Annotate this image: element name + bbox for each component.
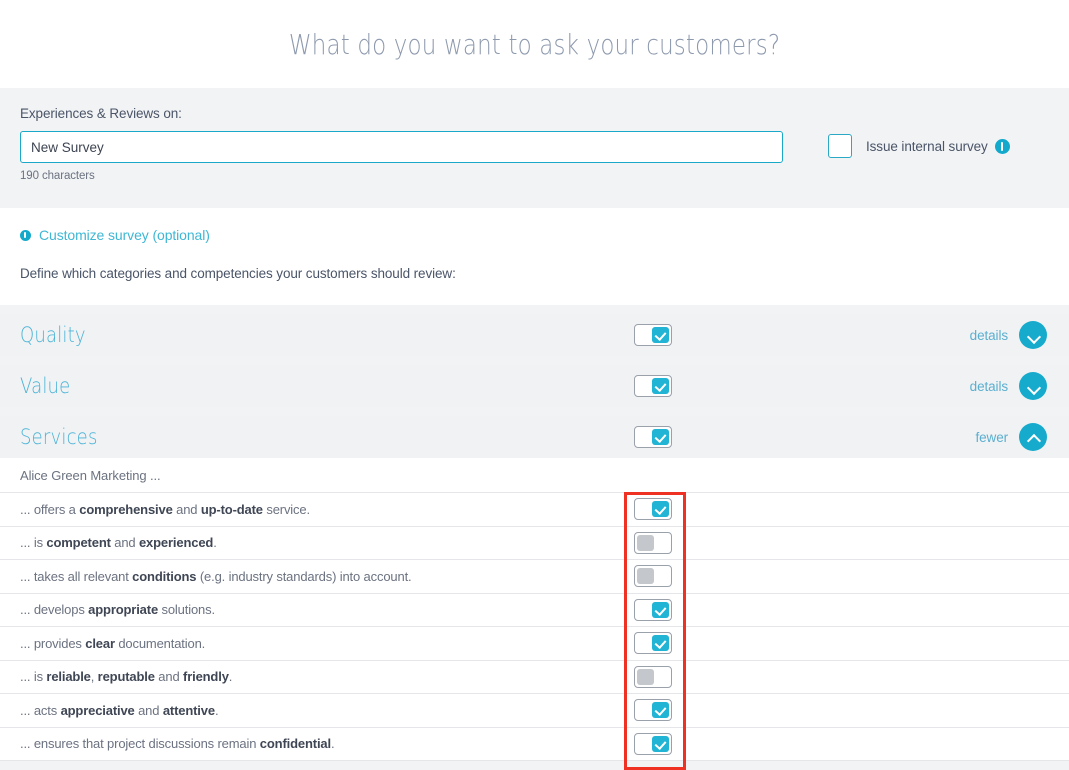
competency-toggle-6[interactable] — [634, 699, 672, 722]
competency-row: ... provides clear documentation. — [0, 627, 1069, 661]
page-title: What do you want to ask your customers? — [288, 27, 781, 61]
check-icon — [652, 429, 669, 445]
category-action-group[interactable]: fewer — [975, 423, 1047, 451]
check-icon — [652, 501, 669, 518]
category-title: Value — [20, 374, 71, 398]
survey-name-label: Experiences & Reviews on: — [20, 106, 182, 121]
category-header-quality[interactable]: Quality details — [0, 314, 1069, 356]
competency-toggle-slot — [634, 632, 672, 655]
competency-text: ... ensures that project discussions rem… — [20, 736, 335, 752]
competency-row: ... takes all relevant conditions (e.g. … — [0, 560, 1069, 594]
survey-name-input[interactable] — [20, 131, 783, 163]
check-icon — [652, 702, 669, 719]
competency-row: ... is reliable, reputable and friendly. — [0, 660, 1069, 694]
page-header: What do you want to ask your customers? — [0, 0, 1069, 88]
competency-text: ... is competent and experienced. — [20, 535, 217, 551]
collapse-button[interactable] — [1019, 423, 1047, 451]
category-toggle-slot — [634, 426, 672, 448]
survey-name-input-wrap: 190 characters — [20, 131, 783, 182]
category-toggle-slot — [634, 375, 672, 397]
issue-internal-survey-text: Issue internal survey — [866, 138, 988, 154]
chevron-down-icon — [1028, 381, 1039, 392]
competency-toggle-slot — [634, 732, 672, 755]
competency-toggle-slot — [634, 699, 672, 722]
issue-internal-survey-group[interactable]: Issue internal survey — [828, 134, 1010, 158]
check-icon — [652, 378, 669, 394]
competency-toggle-3[interactable] — [634, 598, 672, 621]
competency-text: ... develops appropriate solutions. — [20, 602, 215, 618]
competency-toggle-slot — [634, 498, 672, 521]
category-action-label[interactable]: details — [970, 328, 1008, 343]
check-icon — [652, 635, 669, 652]
competency-row: ... develops appropriate solutions. — [0, 593, 1069, 627]
competency-toggle-0[interactable] — [634, 498, 672, 521]
expand-button[interactable] — [1019, 372, 1047, 400]
competency-text: ... acts appreciative and attentive. — [20, 702, 219, 718]
category-title: Services — [20, 425, 98, 449]
character-count: 190 characters — [20, 170, 95, 182]
category-action-label[interactable]: fewer — [975, 430, 1008, 445]
competency-toggle-5[interactable] — [634, 665, 672, 688]
customize-survey-description: Define which categories and competencies… — [20, 266, 456, 281]
issue-internal-survey-label: Issue internal survey — [866, 138, 1010, 154]
customize-survey-link[interactable]: Customize survey (optional) — [20, 227, 1049, 243]
survey-builder-page: What do you want to ask your customers? … — [0, 0, 1069, 770]
subject-label: Alice Green Marketing ... — [20, 467, 161, 483]
chevron-down-icon — [1028, 330, 1039, 341]
competency-toggle-2[interactable] — [634, 565, 672, 588]
customize-survey-block: Customize survey (optional) Define which… — [0, 208, 1069, 305]
competency-row: ... is competent and experienced. — [0, 526, 1069, 560]
category-list: Quality details Value details Services fewer A… — [0, 314, 1069, 761]
category-toggle-slot — [634, 324, 672, 346]
subject-row: Alice Green Marketing ... — [0, 458, 1069, 493]
competency-row: ... offers a comprehensive and up-to-dat… — [0, 493, 1069, 527]
category-toggle-services[interactable] — [634, 426, 672, 448]
competency-text: ... provides clear documentation. — [20, 635, 206, 651]
competency-toggle-slot — [634, 665, 672, 688]
competency-toggle-slot — [634, 531, 672, 554]
info-icon[interactable] — [994, 138, 1010, 154]
category-action-group[interactable]: details — [970, 372, 1047, 400]
competency-text: ... is reliable, reputable and friendly. — [20, 669, 233, 685]
category-title: Quality — [20, 323, 86, 347]
competency-row: ... ensures that project discussions rem… — [0, 727, 1069, 761]
competency-toggle-slot — [634, 598, 672, 621]
category-action-label[interactable]: details — [970, 379, 1008, 394]
expand-button[interactable] — [1019, 321, 1047, 349]
chevron-up-icon — [1028, 432, 1039, 443]
toggle-knob — [637, 534, 654, 551]
category-header-services[interactable]: Services fewer — [0, 416, 1069, 458]
category-header-value[interactable]: Value details — [0, 365, 1069, 407]
competency-toggle-1[interactable] — [634, 531, 672, 554]
issue-internal-survey-checkbox[interactable] — [828, 134, 852, 158]
check-icon — [652, 327, 669, 343]
competency-toggle-7[interactable] — [634, 732, 672, 755]
competency-row: ... acts appreciative and attentive. — [0, 694, 1069, 728]
competency-text: ... offers a comprehensive and up-to-dat… — [20, 501, 310, 517]
check-icon — [652, 735, 669, 752]
category-toggle-quality[interactable] — [634, 324, 672, 346]
category-toggle-value[interactable] — [634, 375, 672, 397]
survey-name-row: 190 characters Issue internal survey — [20, 131, 1049, 182]
customize-survey-link-label: Customize survey (optional) — [39, 227, 210, 243]
competency-toggle-slot — [634, 565, 672, 588]
competency-toggle-4[interactable] — [634, 632, 672, 655]
toggle-knob — [637, 568, 654, 585]
toggle-knob — [637, 668, 654, 685]
competency-text: ... takes all relevant conditions (e.g. … — [20, 568, 412, 584]
check-icon — [652, 601, 669, 618]
category-action-group[interactable]: details — [970, 321, 1047, 349]
info-icon-small — [20, 229, 31, 241]
survey-name-panel: Experiences & Reviews on: 190 characters… — [0, 88, 1069, 208]
